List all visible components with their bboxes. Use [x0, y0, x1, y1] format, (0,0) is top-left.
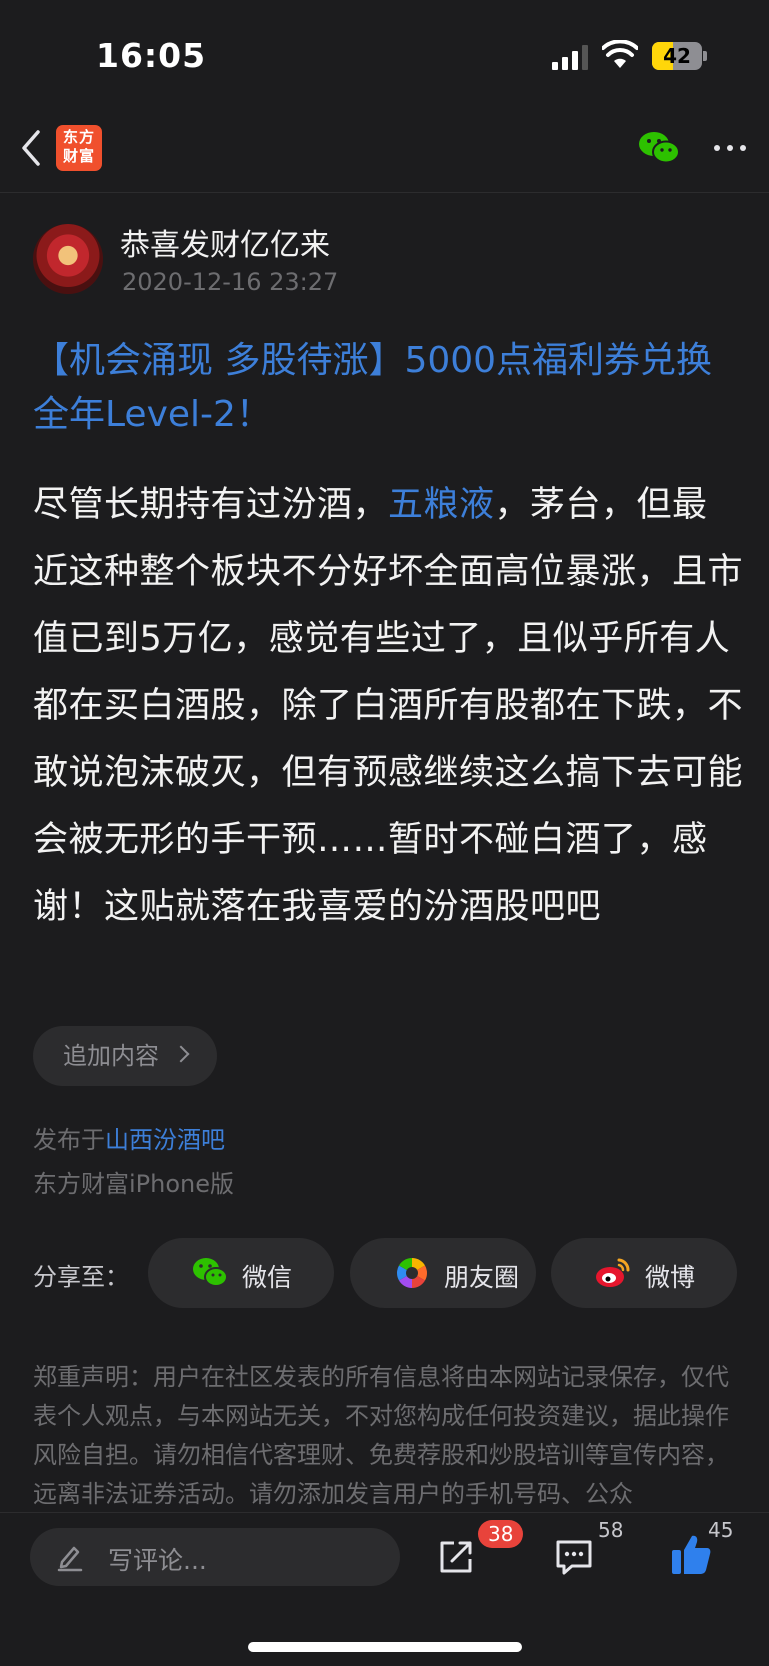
- comment-icon[interactable]: [554, 1538, 594, 1576]
- post-body: 尽管长期持有过汾酒，五粮液，茅台，但最近这种整个板块不分好坏全面高位暴涨，且市值…: [33, 472, 743, 941]
- stock-link-wuliangye[interactable]: 五粮液: [388, 485, 495, 525]
- eastmoney-logo[interactable]: 东方 财富: [56, 125, 102, 171]
- battery-level: 42: [663, 44, 691, 68]
- thumbs-up-icon[interactable]: [670, 1532, 712, 1576]
- share-weibo-label: 微博: [645, 1263, 696, 1292]
- moments-icon: [396, 1258, 428, 1288]
- share-moments-button[interactable]: 朋友圈: [350, 1238, 536, 1308]
- pencil-icon: [57, 1546, 83, 1572]
- published-in: 发布于山西汾酒吧: [33, 1120, 225, 1155]
- wifi-icon: [602, 40, 638, 68]
- more-options-icon[interactable]: [712, 138, 748, 158]
- disclaimer-text: 郑重声明：用户在社区发表的所有信息将由本网站记录保存，仅代表个人观点，与本网站无…: [33, 1363, 729, 1508]
- battery-nub: [703, 51, 707, 61]
- comment-input[interactable]: 写评论...: [30, 1528, 400, 1586]
- comment-placeholder: 写评论...: [108, 1546, 207, 1575]
- author-avatar[interactable]: [33, 224, 103, 294]
- body-text-1: 尽管长期持有过汾酒，: [33, 485, 389, 525]
- share-moments-label: 朋友圈: [444, 1263, 520, 1292]
- home-indicator[interactable]: [248, 1642, 522, 1652]
- share-wechat-label: 微信: [242, 1263, 293, 1292]
- client-info: 东方财富iPhone版: [33, 1170, 235, 1198]
- add-content-button[interactable]: 追加内容: [33, 1026, 217, 1086]
- nav-divider: [0, 192, 769, 193]
- stock-bar-link[interactable]: 山西汾酒吧: [105, 1126, 225, 1154]
- cellular-signal-icon: [552, 44, 588, 70]
- logo-line-1: 东方: [62, 128, 95, 146]
- like-count: 45: [708, 1518, 734, 1542]
- weibo-icon: [596, 1258, 630, 1287]
- wechat-icon: [193, 1258, 228, 1287]
- share-icon[interactable]: [436, 1537, 476, 1577]
- comment-count: 58: [598, 1518, 624, 1542]
- share-wechat-button[interactable]: 微信: [148, 1238, 334, 1308]
- chevron-right-icon: [172, 1045, 190, 1063]
- status-time: 16:05: [96, 36, 207, 75]
- share-weibo-button[interactable]: 微博: [551, 1238, 737, 1308]
- wechat-share-icon[interactable]: [638, 130, 680, 166]
- body-text-2: ，茅台，但最近这种整个板块不分好坏全面高位暴涨，且市值已到5万亿，感觉有些过了，…: [33, 485, 744, 927]
- author-name[interactable]: 恭喜发财亿亿来: [120, 220, 330, 264]
- battery-icon: 42: [652, 42, 702, 70]
- back-arrow-icon[interactable]: [18, 128, 46, 168]
- share-count-badge: 38: [478, 1520, 524, 1548]
- post-date: 2020-12-16 23:27: [122, 268, 339, 296]
- logo-line-2: 财富: [62, 147, 95, 165]
- post-title-link[interactable]: 【机会涌现 多股待涨】5000点福利券兑换全年Level-2！: [33, 334, 733, 442]
- share-label: 分享至：: [33, 1263, 129, 1291]
- add-content-label: 追加内容: [63, 1042, 159, 1070]
- published-prefix: 发布于: [33, 1126, 105, 1154]
